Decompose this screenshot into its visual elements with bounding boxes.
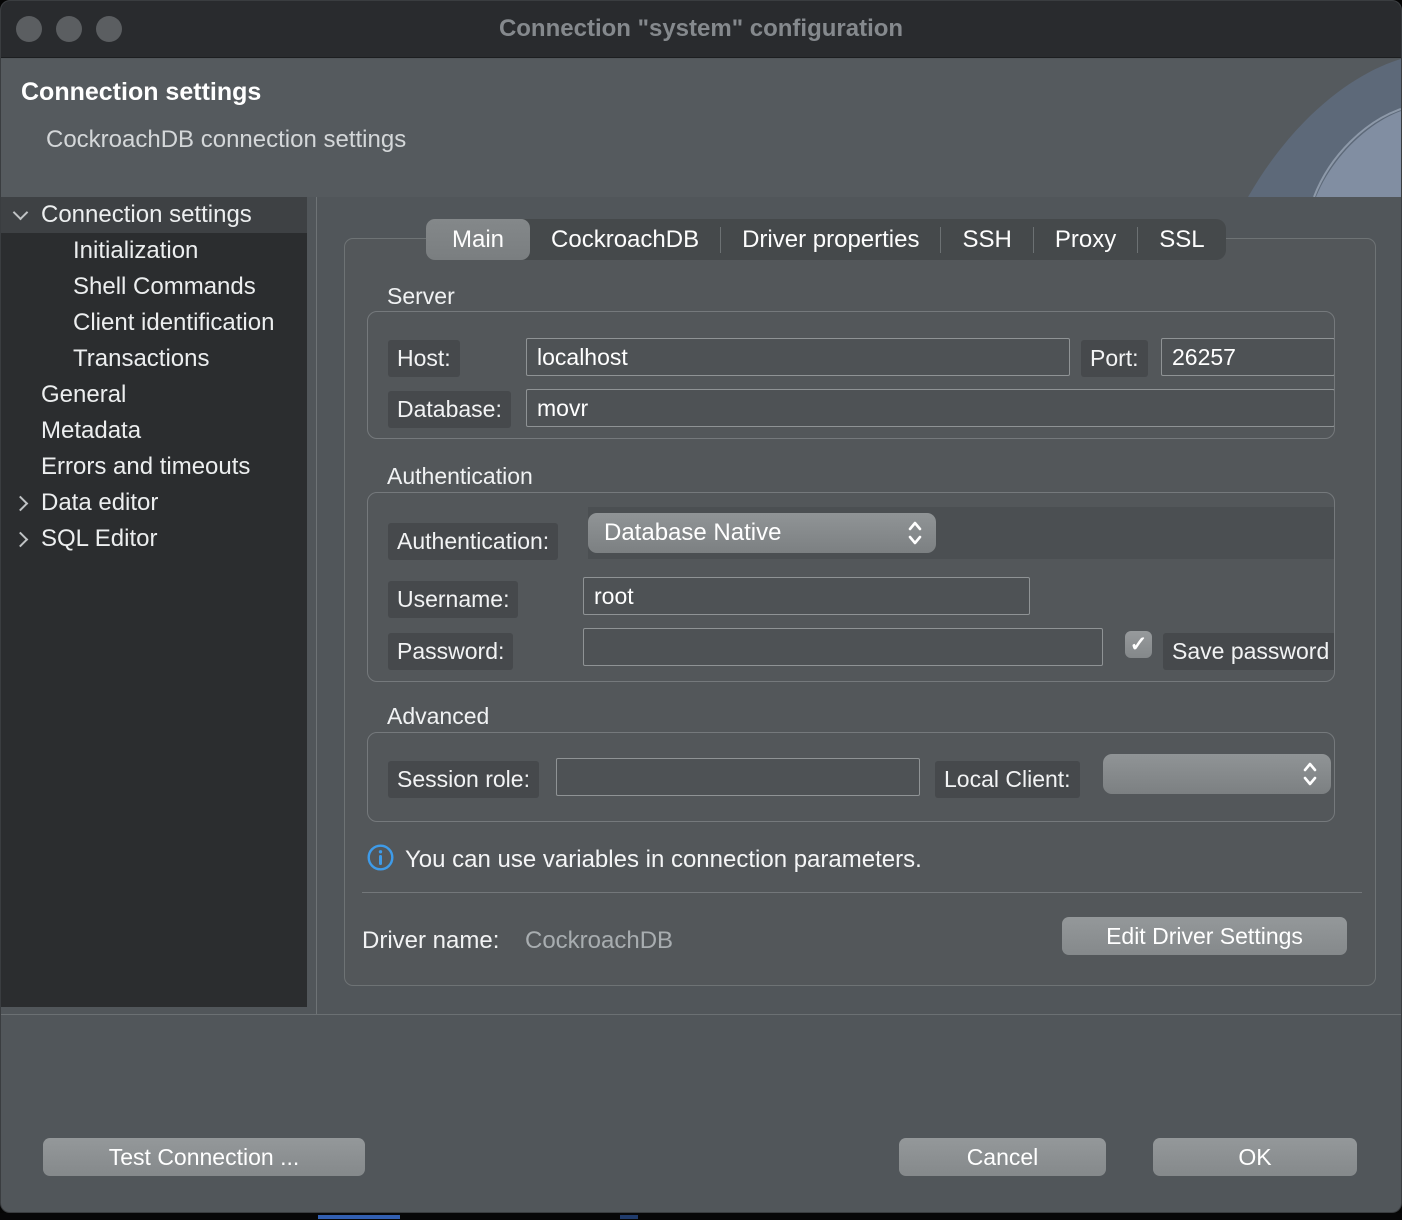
tree-item-label: Connection settings xyxy=(1,201,252,229)
title-bar: Connection "system" configuration xyxy=(1,1,1401,58)
authentication-section-title: Authentication xyxy=(387,463,533,490)
page-title: Connection settings xyxy=(21,78,261,107)
username-label: Username: xyxy=(388,581,518,618)
window-title: Connection "system" configuration xyxy=(1,15,1401,43)
password-input[interactable] xyxy=(583,628,1103,666)
save-password-checkbox[interactable]: ✓ xyxy=(1125,631,1152,658)
dialog-header: Connection settings CockroachDB connecti… xyxy=(1,59,1401,197)
tree-item-label: Initialization xyxy=(1,237,198,265)
tree-item-label: Errors and timeouts xyxy=(1,453,250,481)
settings-tree: Connection settings Initialization Shell… xyxy=(1,197,307,1007)
advanced-group: Session role: Local Client: xyxy=(367,732,1335,822)
tree-item-errors-and-timeouts[interactable]: Errors and timeouts xyxy=(1,449,307,485)
port-label: Port: xyxy=(1081,340,1148,377)
server-group: Host: Port: Database: xyxy=(367,311,1335,439)
page-subtitle: CockroachDB connection settings xyxy=(46,126,406,154)
session-role-input[interactable] xyxy=(556,758,920,796)
server-section-title: Server xyxy=(387,283,455,310)
database-input[interactable] xyxy=(526,389,1335,427)
cancel-button[interactable]: Cancel xyxy=(899,1138,1106,1176)
tree-item-label: General xyxy=(1,381,126,409)
tree-item-initialization[interactable]: Initialization xyxy=(1,233,307,269)
tab-cockroachdb[interactable]: CockroachDB xyxy=(530,219,720,260)
driver-name-label: Driver name: xyxy=(362,927,499,955)
ok-button[interactable]: OK xyxy=(1153,1138,1357,1176)
advanced-section-title: Advanced xyxy=(387,703,489,730)
authentication-label: Authentication: xyxy=(388,523,558,560)
tree-item-shell-commands[interactable]: Shell Commands xyxy=(1,269,307,305)
host-label: Host: xyxy=(388,340,460,377)
tab-ssh[interactable]: SSH xyxy=(941,219,1032,260)
tree-item-data-editor[interactable]: Data editor xyxy=(1,485,307,521)
tree-item-general[interactable]: General xyxy=(1,377,307,413)
tree-item-transactions[interactable]: Transactions xyxy=(1,341,307,377)
connection-config-dialog: Connection "system" configuration Connec… xyxy=(0,0,1402,1213)
tab-driver-properties[interactable]: Driver properties xyxy=(721,219,940,260)
info-icon xyxy=(367,844,394,871)
tree-item-label: Transactions xyxy=(1,345,210,373)
background-strip xyxy=(0,1213,1402,1220)
tab-ssl[interactable]: SSL xyxy=(1138,219,1225,260)
authentication-select-value: Database Native xyxy=(604,519,781,547)
sidebar-divider xyxy=(316,197,317,1014)
tree-item-metadata[interactable]: Metadata xyxy=(1,413,307,449)
tree-item-label: Client identification xyxy=(1,309,274,337)
database-label: Database: xyxy=(388,391,511,428)
info-message: You can use variables in connection para… xyxy=(405,846,922,874)
driver-divider xyxy=(362,892,1362,893)
test-connection-button[interactable]: Test Connection ... xyxy=(43,1138,365,1176)
tree-item-sql-editor[interactable]: SQL Editor xyxy=(1,521,307,557)
background-window-fragment xyxy=(620,1215,638,1219)
decorative-swoosh xyxy=(1236,59,1401,197)
tree-item-label: Shell Commands xyxy=(1,273,256,301)
select-chevrons-icon xyxy=(1301,761,1319,787)
authentication-group: Authentication: Database Native Username… xyxy=(367,492,1335,682)
port-input[interactable] xyxy=(1161,338,1335,376)
tree-item-label: Metadata xyxy=(1,417,141,445)
password-label: Password: xyxy=(388,633,513,670)
tab-main[interactable]: Main xyxy=(426,219,530,260)
username-input[interactable] xyxy=(583,577,1030,615)
footer-divider xyxy=(1,1014,1402,1015)
tab-proxy[interactable]: Proxy xyxy=(1034,219,1137,260)
authentication-select[interactable]: Database Native xyxy=(588,513,936,553)
session-role-label: Session role: xyxy=(388,761,539,798)
host-input[interactable] xyxy=(526,338,1070,376)
background-window-fragment xyxy=(318,1215,400,1219)
save-password-label: Save password xyxy=(1163,633,1335,670)
local-client-label: Local Client: xyxy=(935,761,1080,798)
edit-driver-settings-button[interactable]: Edit Driver Settings xyxy=(1062,917,1347,955)
local-client-select[interactable] xyxy=(1103,754,1331,794)
driver-name-value: CockroachDB xyxy=(525,927,673,955)
select-chevrons-icon xyxy=(906,520,924,546)
tree-item-connection-settings[interactable]: Connection settings xyxy=(1,197,307,233)
tab-bar: Main CockroachDB Driver properties SSH P… xyxy=(426,219,1226,260)
main-tab-panel: Server Host: Port: Database: Authenticat… xyxy=(344,238,1376,986)
tree-item-client-identification[interactable]: Client identification xyxy=(1,305,307,341)
